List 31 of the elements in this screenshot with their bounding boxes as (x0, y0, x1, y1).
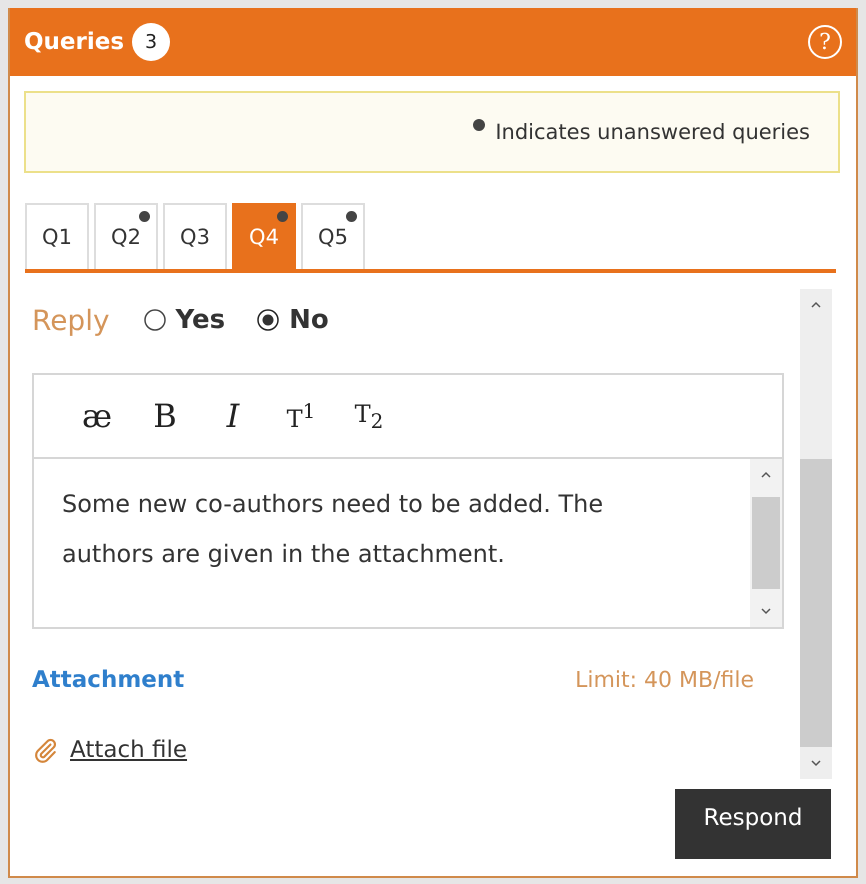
panel-title: Queries (24, 29, 124, 55)
query-tab[interactable]: Q3 (163, 203, 227, 269)
scroll-down-icon[interactable] (810, 759, 822, 767)
attachment-heading: Attachment (32, 667, 184, 693)
scrollbar[interactable] (750, 459, 782, 627)
attach-file-link[interactable]: Attach file (70, 737, 188, 763)
format-button[interactable]: T$_{2}$ (340, 400, 398, 432)
radio-button[interactable] (144, 309, 166, 331)
format-button[interactable]: B (136, 397, 194, 435)
size-limit: Limit: 40 MB/file (575, 668, 754, 692)
count-badge: 3 (132, 23, 170, 61)
query-tab[interactable]: Q1 (25, 203, 89, 269)
scroll-up-icon[interactable] (760, 471, 772, 479)
radio-label: Yes (176, 305, 226, 335)
legend-text: Indicates unanswered queries (495, 120, 810, 144)
reply-label: Reply (32, 304, 110, 336)
query-tab[interactable]: Q5 (301, 203, 365, 269)
scroll-up-icon[interactable] (810, 301, 822, 309)
radio-label: No (289, 305, 329, 335)
reply-text: Some new co-authors need to be added. The authors are given in the attachment. (61, 489, 604, 570)
format-button[interactable]: T$^{1}$ (272, 399, 330, 433)
scrollbar[interactable] (800, 289, 832, 779)
reply-editor[interactable]: æ B I T$^{1}$ T$_{2}$ Some new co-authors need to be added. The authors are given in the attachment. (32, 373, 784, 629)
query-tab[interactable]: Q2 (94, 203, 158, 269)
scroll-down-icon[interactable] (760, 607, 772, 615)
paperclip-icon (32, 737, 58, 763)
format-button[interactable]: I (204, 397, 262, 435)
respond-button[interactable]: Respond (675, 789, 831, 859)
radio-button[interactable] (257, 309, 280, 331)
unanswered-dot-icon (473, 119, 486, 131)
format-button[interactable]: æ (68, 397, 126, 435)
